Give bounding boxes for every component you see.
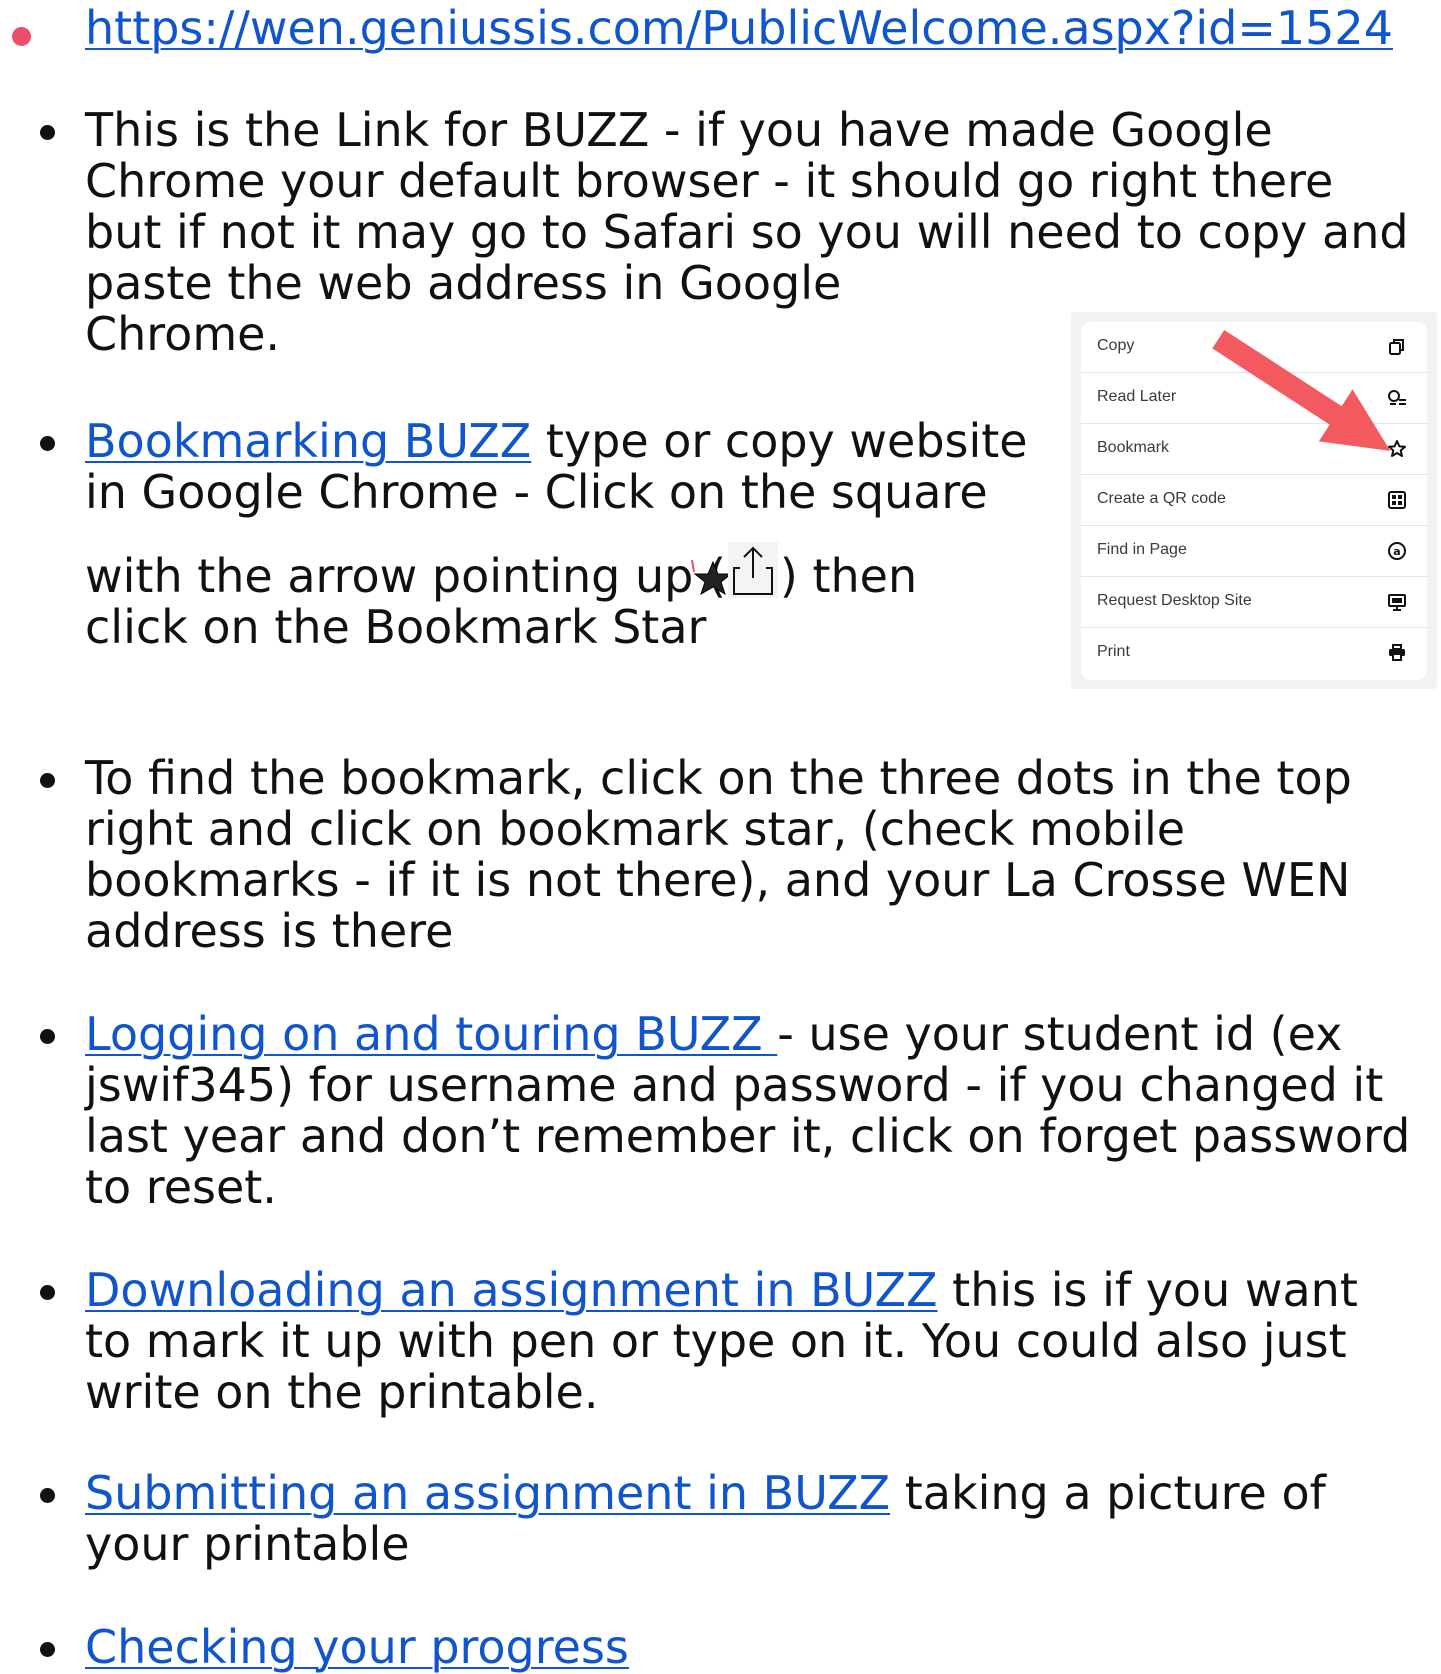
text-fragment: ) then: [779, 549, 918, 603]
checking-progress-link[interactable]: Checking your progress: [85, 1620, 629, 1674]
text-line: click on the Bookmark Star: [85, 600, 707, 654]
qr-code-icon: [1388, 491, 1406, 509]
star-icon: [1388, 440, 1406, 457]
bullet-dot: [40, 1642, 55, 1657]
menu-item-create-qr[interactable]: Create a QR code: [1081, 475, 1427, 526]
chrome-share-menu-screenshot: Copy Read Later Bookmark Create a QR cod…: [1071, 312, 1437, 689]
menu-item-print[interactable]: Print: [1081, 628, 1427, 678]
text-line: Chrome your default browser - it should …: [85, 154, 1334, 208]
text-line: paste the web address in Google: [85, 256, 842, 310]
text-fragment: this is if you want: [937, 1263, 1358, 1317]
menu-item-bookmark[interactable]: Bookmark: [1081, 424, 1427, 475]
desktop-icon: [1388, 594, 1406, 611]
read-later-icon: [1388, 390, 1406, 405]
menu-item-copy[interactable]: Copy: [1081, 322, 1427, 373]
text-fragment: - use your student id (ex: [777, 1007, 1343, 1061]
text-line: your printable: [85, 1517, 410, 1571]
logging-on-link[interactable]: Logging on and touring BUZZ: [85, 1007, 777, 1061]
menu-item-request-desktop[interactable]: Request Desktop Site: [1081, 577, 1427, 628]
bullet-dot: [40, 1029, 55, 1044]
text-line: right and click on bookmark star, (check…: [85, 802, 1186, 856]
share-menu-card: Copy Read Later Bookmark Create a QR cod…: [1081, 322, 1427, 680]
bullet-dot: [12, 27, 31, 46]
find-in-page-icon: a: [1388, 542, 1406, 560]
document-page: https://wen.geniussis.com/PublicWelcome.…: [0, 0, 1441, 1674]
bullet-dot: [40, 1285, 55, 1300]
svg-text:a: a: [1393, 545, 1400, 558]
text-line: to mark it up with pen or type on it. Yo…: [85, 1314, 1347, 1368]
text-fragment: taking a picture of: [890, 1466, 1326, 1520]
bookmarking-buzz-link[interactable]: Bookmarking BUZZ: [85, 414, 531, 468]
share-square-arrow-icon: [727, 542, 778, 598]
text-line: but if not it may go to Safari so you wi…: [85, 205, 1409, 259]
copy-icon: [1389, 339, 1404, 355]
bullet-dot: [40, 773, 55, 788]
text-line: bookmarks - if it is not there), and you…: [85, 853, 1351, 907]
text-line: write on the printable.: [85, 1365, 599, 1419]
text-line: in Google Chrome - Click on the square: [85, 465, 988, 519]
text-line: to reset.: [85, 1160, 277, 1214]
downloading-assignment-link[interactable]: Downloading an assignment in BUZZ: [85, 1263, 938, 1317]
submitting-assignment-link[interactable]: Submitting an assignment in BUZZ: [85, 1466, 890, 1520]
menu-item-find-in-page[interactable]: Find in Page a: [1081, 526, 1427, 577]
print-icon: [1389, 644, 1405, 661]
text-line: To find the bookmark, click on the three…: [85, 751, 1352, 805]
menu-item-read-later[interactable]: Read Later: [1081, 373, 1427, 424]
text-line: jswif345) for username and password - if…: [85, 1058, 1384, 1112]
text-line: address is there: [85, 904, 454, 958]
bullet-dot: [40, 1488, 55, 1503]
bullet-dot: [40, 436, 55, 451]
buzz-url-link[interactable]: https://wen.geniussis.com/PublicWelcome.…: [85, 1, 1393, 55]
text-fragment: type or copy website: [531, 414, 1028, 468]
text-line: last year and don’t remember it, click o…: [85, 1109, 1411, 1163]
bullet-dot: [40, 125, 55, 140]
text-line: This is the Link for BUZZ - if you have …: [85, 103, 1273, 157]
text-fragment: with the arrow pointing up (: [85, 549, 726, 603]
